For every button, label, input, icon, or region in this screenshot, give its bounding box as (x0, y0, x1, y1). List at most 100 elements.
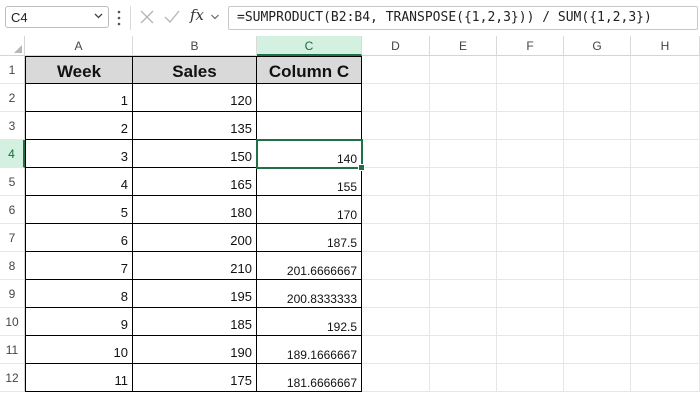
sales-cell[interactable]: 210 (133, 252, 257, 280)
grid-cell[interactable] (631, 112, 700, 140)
more-options-icon[interactable] (117, 10, 121, 26)
sales-cell[interactable]: 150 (133, 140, 257, 168)
insert-function-button[interactable]: fx (190, 6, 204, 24)
select-all-button[interactable] (0, 36, 25, 56)
grid-cell[interactable] (631, 308, 700, 336)
sales-cell[interactable]: 185 (133, 308, 257, 336)
grid-cell[interactable] (564, 308, 631, 336)
column-c-cell[interactable]: 200.8333333 (257, 280, 362, 308)
column-c-cell[interactable]: 192.5 (257, 308, 362, 336)
sales-cell[interactable]: 135 (133, 112, 257, 140)
week-cell[interactable]: 8 (25, 280, 133, 308)
row-header-8[interactable]: 8 (0, 252, 25, 280)
active-cell-selection[interactable] (256, 139, 365, 171)
cancel-icon[interactable] (138, 8, 156, 26)
enter-check-icon[interactable] (163, 8, 181, 26)
column-header-f[interactable]: F (497, 36, 564, 56)
grid-cell[interactable] (362, 336, 430, 364)
row-header-9[interactable]: 9 (0, 280, 25, 308)
grid-cell[interactable] (362, 196, 430, 224)
grid-cell[interactable] (564, 84, 631, 112)
week-cell[interactable]: 1 (25, 84, 133, 112)
week-cell[interactable]: 9 (25, 308, 133, 336)
header-cell-week[interactable]: Week (25, 56, 133, 84)
week-cell[interactable]: 3 (25, 140, 133, 168)
header-cell-sales[interactable]: Sales (133, 56, 257, 84)
grid-cell[interactable] (430, 224, 497, 252)
grid-cell[interactable] (564, 196, 631, 224)
column-header-a[interactable]: A (25, 36, 133, 56)
column-c-cell[interactable] (257, 84, 362, 112)
grid-cell[interactable] (631, 140, 700, 168)
grid-cell[interactable] (631, 336, 700, 364)
grid-cell[interactable] (497, 308, 564, 336)
row-header-7[interactable]: 7 (0, 224, 25, 252)
grid-cell[interactable] (497, 168, 564, 196)
row-header-4[interactable]: 4 (0, 140, 25, 168)
grid-cell[interactable] (564, 140, 631, 168)
grid-cell[interactable] (631, 364, 700, 392)
header-cell-column-c[interactable]: Column C (257, 56, 362, 84)
grid-cell[interactable] (362, 252, 430, 280)
grid-cell[interactable] (430, 308, 497, 336)
week-cell[interactable]: 10 (25, 336, 133, 364)
grid-cell[interactable] (362, 112, 430, 140)
sales-cell[interactable]: 175 (133, 364, 257, 392)
column-header-b[interactable]: B (133, 36, 257, 56)
name-box[interactable]: C4 (5, 6, 109, 28)
sales-cell[interactable]: 195 (133, 280, 257, 308)
grid-cell[interactable] (631, 84, 700, 112)
week-cell[interactable]: 11 (25, 364, 133, 392)
grid-cell[interactable] (430, 196, 497, 224)
grid-cell[interactable] (564, 56, 631, 84)
column-header-c[interactable]: C (257, 36, 362, 56)
grid-cell[interactable] (497, 336, 564, 364)
grid-cell[interactable] (430, 168, 497, 196)
sales-cell[interactable]: 200 (133, 224, 257, 252)
grid-cell[interactable] (564, 280, 631, 308)
grid-cell[interactable] (362, 224, 430, 252)
sales-cell[interactable]: 180 (133, 196, 257, 224)
column-c-cell[interactable]: 181.6666667 (257, 364, 362, 392)
grid-cell[interactable] (430, 252, 497, 280)
row-header-3[interactable]: 3 (0, 112, 25, 140)
column-c-cell[interactable]: 187.5 (257, 224, 362, 252)
row-header-5[interactable]: 5 (0, 168, 25, 196)
grid-cell[interactable] (497, 196, 564, 224)
grid-cell[interactable] (430, 140, 497, 168)
row-header-10[interactable]: 10 (0, 308, 25, 336)
grid-cell[interactable] (497, 252, 564, 280)
grid-cell[interactable] (564, 252, 631, 280)
fill-handle[interactable] (358, 164, 365, 171)
grid-cell[interactable] (631, 56, 700, 84)
worksheet-grid[interactable]: A B C D E F G H 1 2 3 4 5 6 7 8 9 10 11 … (0, 36, 700, 417)
grid-cell[interactable] (631, 168, 700, 196)
sales-cell[interactable]: 165 (133, 168, 257, 196)
row-header-1[interactable]: 1 (0, 56, 25, 84)
column-c-cell[interactable]: 170 (257, 196, 362, 224)
column-header-d[interactable]: D (362, 36, 430, 56)
week-cell[interactable]: 7 (25, 252, 133, 280)
formula-input[interactable]: =SUMPRODUCT(B2:B4, TRANSPOSE({1,2,3})) /… (228, 6, 698, 30)
grid-cell[interactable] (430, 336, 497, 364)
grid-cell[interactable] (362, 84, 430, 112)
grid-cell[interactable] (362, 56, 430, 84)
grid-cell[interactable] (564, 364, 631, 392)
grid-cell[interactable] (362, 280, 430, 308)
week-cell[interactable]: 2 (25, 112, 133, 140)
column-header-h[interactable]: H (631, 36, 700, 56)
grid-cell[interactable] (362, 168, 430, 196)
week-cell[interactable]: 4 (25, 168, 133, 196)
chevron-down-icon[interactable] (93, 10, 104, 21)
grid-cell[interactable] (631, 252, 700, 280)
grid-cell[interactable] (564, 112, 631, 140)
grid-cell[interactable] (430, 56, 497, 84)
grid-cell[interactable] (362, 364, 430, 392)
grid-cell[interactable] (497, 140, 564, 168)
chevron-down-icon[interactable] (210, 12, 220, 22)
row-header-12[interactable]: 12 (0, 364, 25, 392)
grid-cell[interactable] (430, 112, 497, 140)
column-header-g[interactable]: G (564, 36, 631, 56)
sales-cell[interactable]: 120 (133, 84, 257, 112)
row-header-6[interactable]: 6 (0, 196, 25, 224)
